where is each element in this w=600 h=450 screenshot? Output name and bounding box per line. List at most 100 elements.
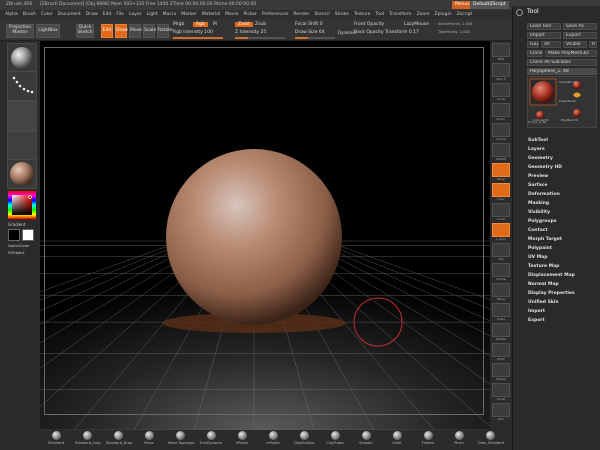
menu-transform[interactable]: Transform: [389, 10, 411, 19]
lazymouse-toggle[interactable]: LazyMouse: [404, 22, 429, 27]
scale-button[interactable]: Scale: [143, 24, 156, 38]
tool-section-geometry-hd[interactable]: Geometry HD: [528, 165, 562, 170]
back-opacity-slider[interactable]: Back Opacity: [354, 30, 384, 35]
tool-section-polypaint[interactable]: Polypaint: [528, 246, 552, 251]
menu-zplugin[interactable]: Zplugin: [435, 10, 452, 19]
view-l-sym-button[interactable]: [492, 223, 510, 237]
brush-pinch[interactable]: Pinch: [447, 430, 471, 450]
m-toggle[interactable]: M: [213, 22, 217, 27]
brush-move[interactable]: Move: [137, 430, 161, 450]
menu-material[interactable]: Material: [202, 10, 220, 19]
clone-all-subtools-button[interactable]: Clone All SubTools: [527, 59, 597, 66]
focal-shift-slider[interactable]: Focal Shift 0: [295, 22, 323, 27]
brush-claytubes[interactable]: ClayTubes: [323, 430, 347, 450]
view-persp-button[interactable]: [492, 163, 510, 177]
view-xyz-button[interactable]: [492, 243, 510, 257]
quick-sketch-button[interactable]: Quick Sketch: [76, 24, 94, 38]
gradient-label[interactable]: Gradient: [8, 222, 25, 227]
menu-stencil[interactable]: Stencil: [314, 10, 329, 19]
all-button[interactable]: All: [541, 41, 561, 48]
load-tool-button[interactable]: Load Tool: [527, 23, 561, 30]
view-polyf-button[interactable]: [492, 343, 510, 357]
dynamic-toggle[interactable]: Dynamic: [338, 30, 356, 35]
make-polymesh3d-button[interactable]: Make PolyMesh3D: [545, 50, 597, 57]
menu-preferences[interactable]: Preferences: [262, 10, 288, 19]
tool-section-normal-map[interactable]: Normal Map: [528, 282, 559, 287]
brush-smooth[interactable]: Smooth: [354, 430, 378, 450]
tool-section-uv-map[interactable]: UV Map: [528, 255, 547, 260]
rgb-intensity-track[interactable]: [173, 37, 223, 39]
brush-claybuildup[interactable]: ClayBuildup: [292, 430, 316, 450]
draw-size-track[interactable]: [295, 37, 335, 39]
projection-master-button[interactable]: Projection Master: [6, 24, 34, 38]
menu-tool[interactable]: Tool: [375, 10, 384, 19]
view-solo-button[interactable]: [492, 403, 510, 417]
view-rotate-button[interactable]: [492, 323, 510, 337]
rotate-button[interactable]: Rotate: [157, 24, 173, 38]
menu-document[interactable]: Document: [58, 10, 81, 19]
menu-macro[interactable]: Macro: [163, 10, 177, 19]
polysphere-thumb-icon[interactable]: [532, 81, 554, 103]
view-bpr-button[interactable]: [492, 43, 510, 57]
tool-section-morph-target[interactable]: Morph Target: [528, 237, 562, 242]
clone-button[interactable]: Clone: [527, 50, 543, 57]
view-spix-3-button[interactable]: [492, 63, 510, 77]
view-aahalf-button[interactable]: [492, 143, 510, 157]
eraser-thumb-icon[interactable]: [573, 92, 581, 98]
tool-section-export[interactable]: Export: [528, 318, 545, 323]
export-button[interactable]: Export: [563, 32, 597, 39]
brush-trimdynamic[interactable]: TrimDynamic: [199, 430, 223, 450]
lightbox-button[interactable]: LightBox: [36, 24, 60, 38]
menu-picker[interactable]: Picker: [243, 10, 256, 19]
alpha-tile[interactable]: [7, 101, 37, 131]
polymesh-thumb-icon[interactable]: [573, 109, 581, 117]
view-actual-button[interactable]: [492, 123, 510, 137]
tool-palette-title[interactable]: Tool: [513, 6, 600, 18]
view-frame-button[interactable]: [492, 263, 510, 277]
brush-move-topologic[interactable]: Move Topologic: [168, 430, 195, 450]
brush-standard-drop[interactable]: Standard_Drop: [106, 430, 132, 450]
tool-section-import[interactable]: Import: [528, 309, 545, 314]
draw-size-slider[interactable]: Draw Size 64: [295, 30, 325, 35]
view-transp-button[interactable]: [492, 363, 510, 377]
view-local-button[interactable]: [492, 203, 510, 217]
tool-section-layers[interactable]: Layers: [528, 147, 545, 152]
current-brush-tile[interactable]: [7, 43, 37, 73]
color-wheel[interactable]: [8, 191, 36, 219]
stroke-tile[interactable]: [7, 71, 37, 101]
menu-alpha[interactable]: Alpha: [5, 10, 18, 19]
brush-flatten[interactable]: Flatten: [416, 430, 440, 450]
save-as-button[interactable]: Save As: [563, 23, 597, 30]
menu-brush[interactable]: Brush: [23, 10, 36, 19]
visible-button[interactable]: Visible: [563, 41, 587, 48]
transform-slider[interactable]: Transform 0.17: [385, 30, 419, 35]
import-button[interactable]: Import: [527, 32, 561, 39]
color-picker[interactable]: [8, 191, 36, 219]
tool-section-contact[interactable]: Contact: [528, 228, 548, 233]
current-tool-slider[interactable]: PolySphere_1. 48: [527, 68, 597, 75]
tool-section-masking[interactable]: Masking: [528, 201, 549, 206]
move-button[interactable]: Move: [129, 24, 142, 38]
menu-render[interactable]: Render: [293, 10, 309, 19]
switch-color-button[interactable]: SwitchColor: [8, 244, 29, 248]
menu-movie[interactable]: Movie: [225, 10, 238, 19]
brush-hpolish[interactable]: hPolish: [230, 430, 254, 450]
menu-light[interactable]: Light: [146, 10, 157, 19]
tool-section-visibility[interactable]: Visibility: [528, 210, 550, 215]
view-zoom-button[interactable]: [492, 103, 510, 117]
mrgb-toggle[interactable]: Mrgb: [173, 22, 184, 27]
menu-texture[interactable]: Texture: [354, 10, 370, 19]
tool-section-unified-skin[interactable]: Unified Skin: [528, 300, 559, 305]
edit-button[interactable]: Edit: [101, 24, 113, 38]
tool-section-deformation[interactable]: Deformation: [528, 192, 560, 197]
menu-draw[interactable]: Draw: [86, 10, 98, 19]
front-opacity-slider[interactable]: Front Opacity: [354, 22, 384, 27]
brush-standard[interactable]: Standard: [44, 430, 68, 450]
rgb-intensity-slider[interactable]: Rgb Intensity 100: [173, 30, 213, 35]
draw-button[interactable]: Draw: [115, 24, 128, 38]
menu-color[interactable]: Color: [41, 10, 53, 19]
tool-section-texture-map[interactable]: Texture Map: [528, 264, 559, 269]
menu-zscript[interactable]: Zscript: [457, 10, 473, 19]
tool-section-subtool[interactable]: SubTool: [528, 138, 548, 143]
z-intensity-track[interactable]: [235, 37, 285, 39]
